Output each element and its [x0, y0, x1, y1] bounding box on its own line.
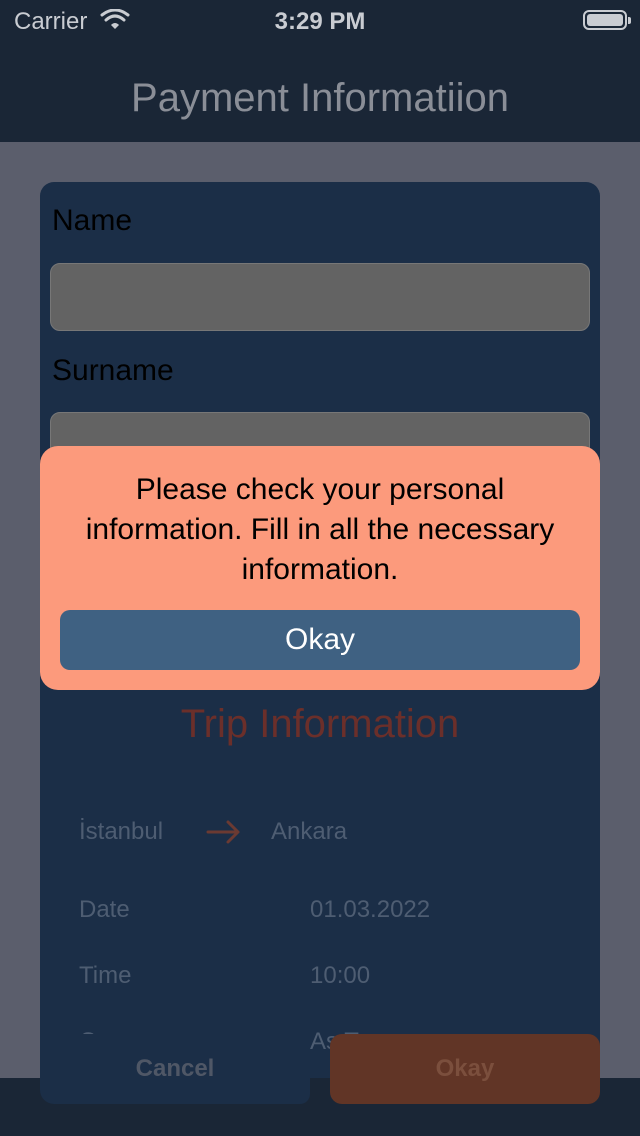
route-to: Ankara	[271, 818, 348, 845]
time-label: Time	[79, 962, 132, 989]
alert-message: Please check your personal information. …	[85, 473, 555, 586]
cancel-button[interactable]: Cancel	[40, 1034, 310, 1104]
okay-button[interactable]: Okay	[330, 1034, 600, 1104]
route-from: İstanbul	[79, 818, 164, 845]
name-field[interactable]	[50, 263, 590, 331]
status-time: 3:29 PM	[274, 8, 366, 35]
battery-icon	[583, 10, 631, 30]
alert-dialog: Please check your personal information. …	[40, 446, 600, 690]
alert-okay-button[interactable]: Okay	[60, 610, 580, 670]
navigation-header: Carrier 3:29 PM Payment Informatiion	[0, 0, 640, 142]
name-label: Name	[52, 204, 133, 237]
date-value: 01.03.2022	[310, 896, 431, 923]
status-bar: Carrier 3:29 PM	[0, 0, 640, 40]
time-value: 10:00	[310, 962, 371, 989]
date-label: Date	[79, 896, 130, 923]
arrow-right-icon	[206, 820, 240, 844]
trip-information-title: Trip Information	[180, 702, 460, 746]
page-title: Payment Informatiion	[131, 76, 509, 120]
surname-label: Surname	[52, 354, 174, 387]
